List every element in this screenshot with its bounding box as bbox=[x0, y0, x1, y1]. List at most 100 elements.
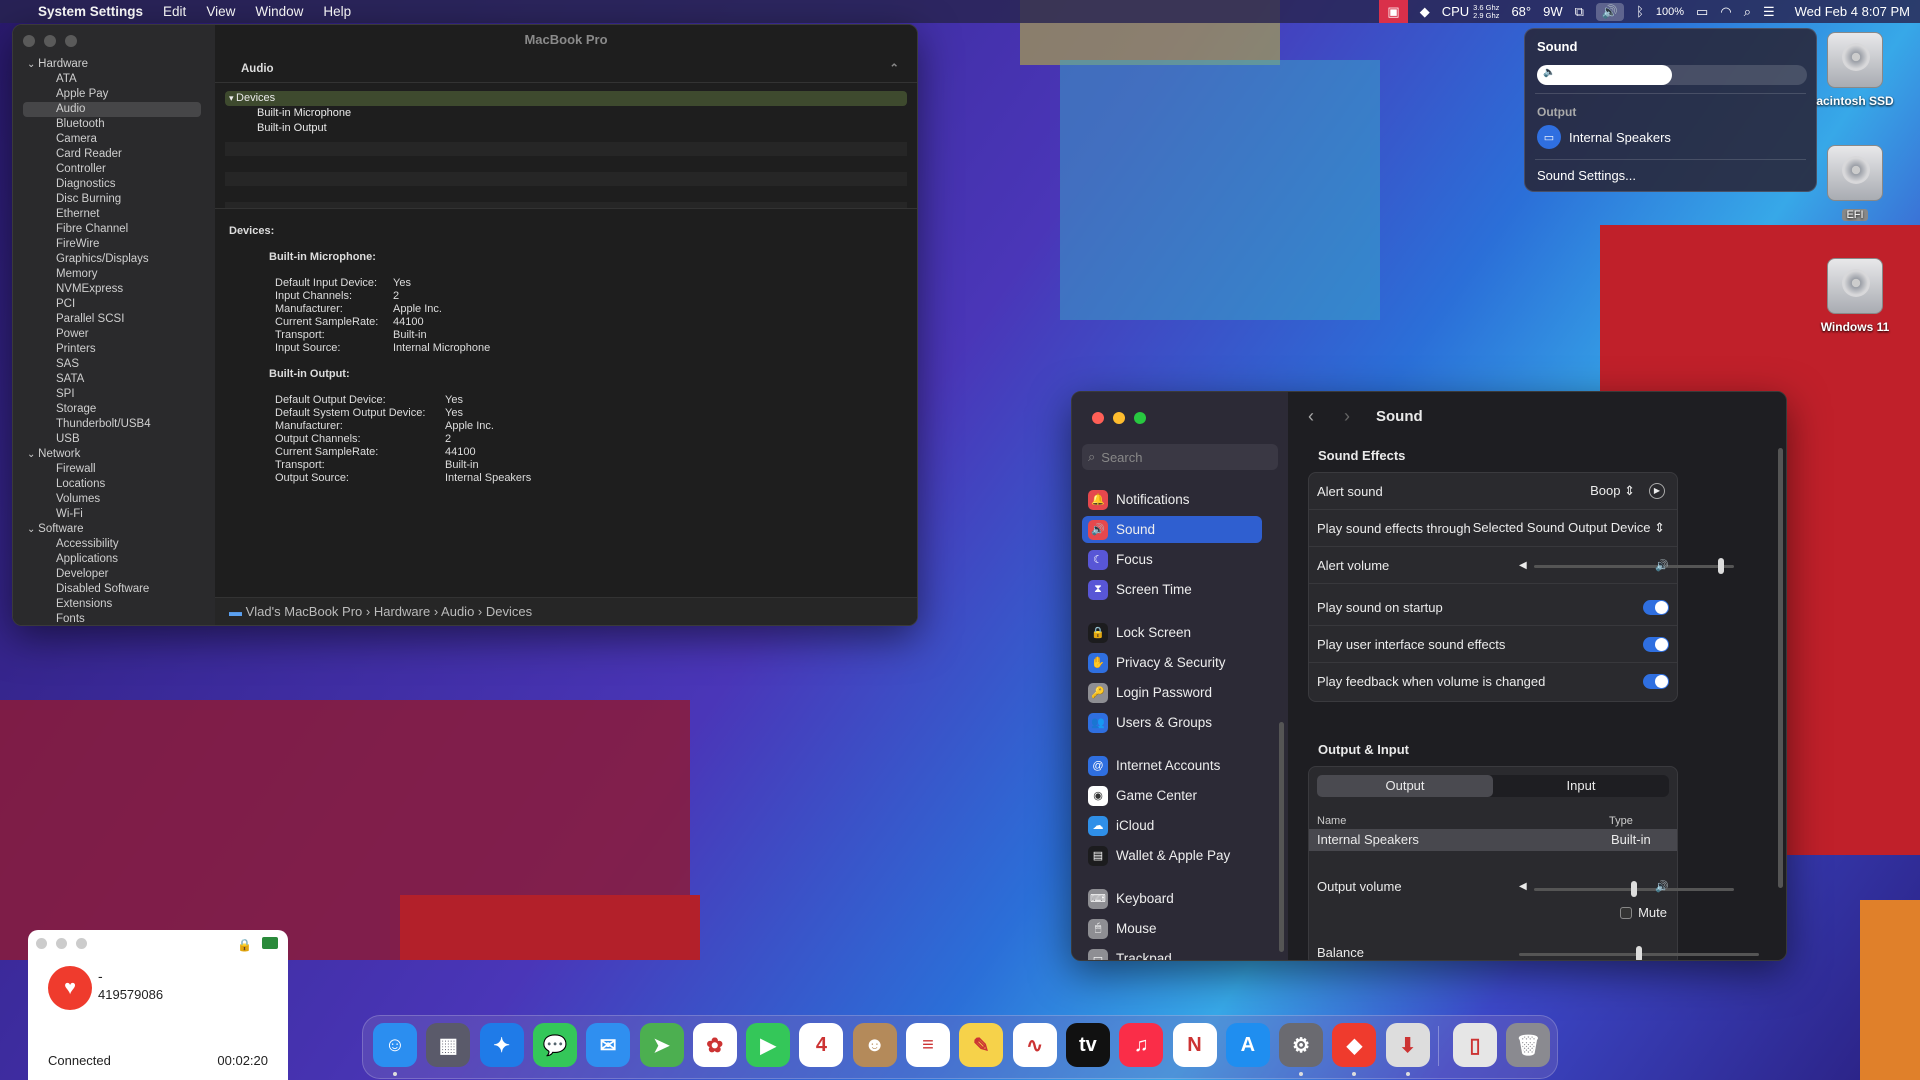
alert-sound-select[interactable]: Boop ⇕ bbox=[1590, 483, 1635, 499]
search-field[interactable]: ⌕ Search bbox=[1082, 444, 1278, 470]
close-button[interactable] bbox=[36, 938, 47, 949]
cpu-monitor[interactable]: CPU 3.6 Ghz 2.9 Ghz bbox=[1442, 3, 1500, 20]
sidebar-item[interactable]: Apple Pay bbox=[13, 87, 215, 102]
feedback-toggle[interactable] bbox=[1643, 674, 1669, 689]
control-center-icon[interactable]: ☰ bbox=[1763, 4, 1775, 20]
col-name-header[interactable]: Name bbox=[1317, 815, 1346, 827]
column-header[interactable]: Audio ⌃ bbox=[215, 55, 917, 83]
dock-anydesk-icon[interactable]: ◆ bbox=[1332, 1023, 1377, 1067]
dock-contacts-icon[interactable]: ☻ bbox=[852, 1023, 897, 1067]
tab-input[interactable]: Input bbox=[1493, 775, 1669, 797]
sidebar-item[interactable]: Locations bbox=[13, 477, 215, 492]
sidebar-item[interactable]: Parallel SCSI bbox=[13, 312, 215, 327]
sidebar-item[interactable]: Extensions bbox=[13, 597, 215, 612]
play-icon[interactable]: ▶ bbox=[1649, 483, 1665, 499]
slider-thumb[interactable] bbox=[1631, 881, 1637, 897]
minimize-button[interactable] bbox=[44, 35, 56, 47]
dock-messages-icon[interactable]: 💬 bbox=[532, 1023, 577, 1067]
dock-safari-icon[interactable]: ✦ bbox=[479, 1023, 524, 1067]
sidebar-item[interactable]: SAS bbox=[13, 357, 215, 372]
sidebar-item[interactable]: Thunderbolt/USB4 bbox=[13, 417, 215, 432]
dock-finder-icon[interactable]: ☺ bbox=[373, 1023, 417, 1067]
sidebar-item-mouse[interactable]: 🖱 Mouse bbox=[1082, 915, 1262, 942]
sidebar-item-privacy-security[interactable]: ✋ Privacy & Security bbox=[1082, 649, 1262, 676]
sidebar-item-screen-time[interactable]: ⧗ Screen Time bbox=[1082, 576, 1262, 603]
sidebar-group[interactable]: ⌄ Hardware bbox=[13, 57, 215, 72]
sidebar-item[interactable]: Fibre Channel bbox=[13, 222, 215, 237]
sidebar-item[interactable]: PCI bbox=[13, 297, 215, 312]
path-item[interactable]: Hardware bbox=[374, 604, 430, 619]
slider-thumb[interactable] bbox=[1636, 946, 1642, 960]
wifi-icon[interactable]: ◠ bbox=[1720, 4, 1731, 20]
sidebar-item[interactable]: Disabled Software bbox=[13, 582, 215, 597]
output-device-item[interactable]: ▭ Internal Speakers bbox=[1537, 125, 1671, 149]
dock-notes-icon[interactable]: ✎ bbox=[959, 1023, 1004, 1067]
close-button[interactable] bbox=[23, 35, 35, 47]
tree-row[interactable]: Built-in Microphone bbox=[225, 106, 907, 121]
sidebar-item-login-password[interactable]: 🔑 Login Password bbox=[1082, 679, 1262, 706]
zoom-button[interactable] bbox=[1134, 412, 1146, 424]
dock-calendar-icon[interactable]: 4 bbox=[799, 1023, 844, 1067]
sidebar-item[interactable]: Memory bbox=[13, 267, 215, 282]
volume-menu-icon[interactable]: 🔊 bbox=[1595, 2, 1625, 21]
sidebar-item[interactable]: Firewall bbox=[13, 462, 215, 477]
sidebar-item[interactable]: SPI bbox=[13, 387, 215, 402]
sidebar-item-lock-screen[interactable]: 🔒 Lock Screen bbox=[1082, 619, 1262, 646]
dock-news-icon[interactable]: N bbox=[1172, 1023, 1217, 1067]
effects-through-select[interactable]: Selected Sound Output Device ⇕ bbox=[1473, 520, 1665, 536]
split-divider[interactable] bbox=[215, 208, 917, 209]
dock-reminders-icon[interactable]: ≡ bbox=[906, 1023, 950, 1067]
volume-slider[interactable]: 🔈 bbox=[1537, 65, 1807, 85]
search-icon[interactable]: ⌕ bbox=[1744, 4, 1751, 20]
menu-window[interactable]: Window bbox=[245, 4, 313, 19]
sidebar-item[interactable]: Disc Burning bbox=[13, 192, 215, 207]
path-item[interactable]: Vlad's MacBook Pro bbox=[246, 604, 363, 619]
sidebar-item[interactable]: Audio bbox=[23, 102, 201, 117]
sidebar-item[interactable]: Camera bbox=[13, 132, 215, 147]
bluetooth-icon[interactable]: ᛒ bbox=[1636, 4, 1644, 19]
dock-documents-icon[interactable]: ▯ bbox=[1453, 1023, 1497, 1067]
path-item[interactable]: Audio bbox=[441, 604, 474, 619]
col-type-header[interactable]: Type bbox=[1609, 815, 1633, 827]
temperature-readout[interactable]: 68° bbox=[1511, 4, 1531, 19]
dock-music-icon[interactable]: ♫ bbox=[1119, 1023, 1164, 1067]
sidebar-item[interactable]: Card Reader bbox=[13, 147, 215, 162]
menu-app-name[interactable]: System Settings bbox=[28, 4, 153, 19]
sidebar-item[interactable]: ATA bbox=[13, 72, 215, 87]
sound-settings-link[interactable]: Sound Settings... bbox=[1537, 168, 1636, 183]
desktop-icon-windows-11[interactable]: Windows 11 bbox=[1800, 258, 1910, 334]
dock-tv-icon[interactable]: tv bbox=[1065, 1023, 1110, 1067]
sidebar-item[interactable]: Printers bbox=[13, 342, 215, 357]
startup-sound-toggle[interactable] bbox=[1643, 599, 1669, 615]
dock-launchpad-icon[interactable]: ▦ bbox=[426, 1023, 471, 1067]
sidebar-item-focus[interactable]: ☾ Focus bbox=[1082, 546, 1262, 573]
back-button[interactable]: ‹ bbox=[1308, 406, 1314, 427]
sidebar-item[interactable]: Controller bbox=[13, 162, 215, 177]
device-row[interactable]: Internal Speakers Built-in bbox=[1309, 829, 1677, 851]
sidebar-group[interactable]: ⌄ Network bbox=[13, 447, 215, 462]
sidebar-item[interactable]: Fonts bbox=[13, 612, 215, 625]
dock-freeform-icon[interactable]: ∿ bbox=[1012, 1023, 1057, 1067]
sidebar-item-trackpad[interactable]: ▭ Trackpad bbox=[1082, 945, 1262, 960]
slider-thumb[interactable] bbox=[1718, 558, 1725, 574]
forward-button[interactable]: › bbox=[1344, 406, 1350, 427]
tree-row-devices[interactable]: ▾ Devices bbox=[225, 91, 907, 106]
sidebar-item[interactable]: Storage bbox=[13, 402, 215, 417]
content-scrollbar[interactable] bbox=[1778, 448, 1783, 888]
desktop-icon-efi[interactable]: EFI bbox=[1800, 145, 1910, 221]
desktop-icon-macintosh-ssd[interactable]: acintosh SSD bbox=[1800, 32, 1910, 108]
dock-installer-icon[interactable]: ⬇ bbox=[1385, 1023, 1430, 1067]
sidebar-item-keyboard[interactable]: ⌨ Keyboard bbox=[1082, 885, 1262, 912]
dock-system-settings-icon[interactable]: ⚙ bbox=[1279, 1023, 1324, 1067]
sidebar-item[interactable]: Bluetooth bbox=[13, 117, 215, 132]
menu-edit[interactable]: Edit bbox=[153, 4, 196, 19]
dock-maps-icon[interactable]: ➤ bbox=[639, 1023, 684, 1067]
remote-id[interactable]: 419579086 bbox=[98, 987, 163, 1002]
menu-help[interactable]: Help bbox=[313, 4, 361, 19]
minimize-button[interactable] bbox=[56, 938, 67, 949]
sidebar-item[interactable]: USB bbox=[13, 432, 215, 447]
sidebar-item[interactable]: Power bbox=[13, 327, 215, 342]
output-volume-slider[interactable] bbox=[1534, 881, 1734, 897]
sidebar-item[interactable]: SATA bbox=[13, 372, 215, 387]
menu-view[interactable]: View bbox=[196, 4, 245, 19]
